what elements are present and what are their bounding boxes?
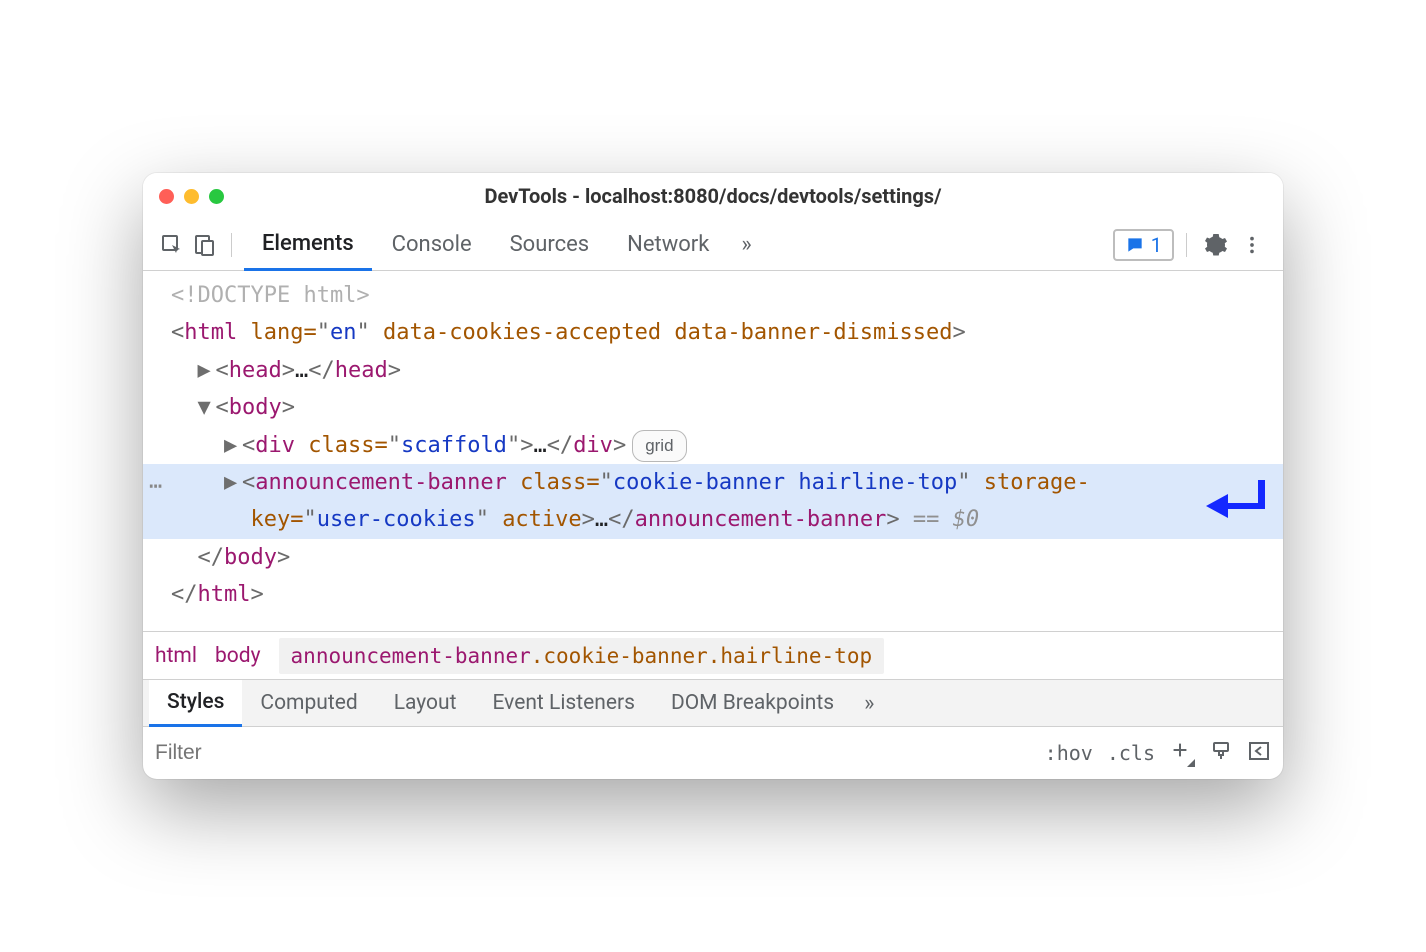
styles-filter-input[interactable]: [155, 741, 1031, 765]
collapse-triangle-icon[interactable]: ▼: [198, 389, 216, 426]
devtools-window: DevTools - localhost:8080/docs/devtools/…: [143, 173, 1283, 779]
expand-triangle-icon[interactable]: ▶: [224, 464, 242, 501]
highlight-arrow-icon: [1203, 477, 1265, 541]
tab-console[interactable]: Console: [374, 219, 490, 271]
computed-toggle-icon[interactable]: [1247, 739, 1271, 767]
breadcrumb-item-body[interactable]: body: [215, 644, 261, 668]
window-controls: [159, 189, 224, 204]
maximize-window-button[interactable]: [209, 189, 224, 204]
styles-filter-bar: :hov .cls: [143, 727, 1283, 779]
window-title: DevTools - localhost:8080/docs/devtools/…: [485, 184, 942, 208]
settings-icon[interactable]: [1199, 228, 1233, 262]
new-style-rule-icon[interactable]: [1169, 739, 1195, 767]
issues-button[interactable]: 1: [1113, 229, 1174, 261]
breadcrumb-item-current[interactable]: announcement-banner.cookie-banner.hairli…: [279, 638, 885, 674]
toolbar-divider: [1186, 233, 1187, 257]
toolbar-divider: [231, 233, 232, 257]
tab-sources[interactable]: Sources: [492, 219, 608, 271]
styles-tabbar: Styles Computed Layout Event Listeners D…: [143, 679, 1283, 727]
hov-toggle[interactable]: :hov: [1045, 741, 1093, 765]
doctype-line[interactable]: <!DOCTYPE html>: [143, 277, 1283, 314]
html-open-line[interactable]: <html lang="en" data-cookies-accepted da…: [143, 314, 1283, 351]
element-actions-icon[interactable]: ⋯: [149, 468, 163, 505]
tab-network[interactable]: Network: [609, 219, 727, 271]
selected-element-row[interactable]: ⋯ ▶<announcement-banner class="cookie-ba…: [143, 464, 1283, 539]
tab-elements[interactable]: Elements: [244, 219, 372, 271]
grid-badge[interactable]: grid: [632, 430, 686, 463]
paintbrush-icon[interactable]: [1209, 739, 1233, 767]
expand-triangle-icon[interactable]: ▶: [198, 352, 216, 389]
breadcrumb-item-html[interactable]: html: [155, 644, 197, 668]
breadcrumb: html body announcement-banner.cookie-ban…: [143, 631, 1283, 679]
subtab-styles[interactable]: Styles: [149, 680, 242, 727]
elements-panel[interactable]: <!DOCTYPE html> <html lang="en" data-coo…: [143, 271, 1283, 631]
more-subtabs-icon[interactable]: »: [852, 691, 886, 716]
issue-count: 1: [1151, 233, 1162, 257]
cls-toggle[interactable]: .cls: [1107, 741, 1155, 765]
more-menu-icon[interactable]: [1235, 228, 1269, 262]
subtab-dom-breakpoints[interactable]: DOM Breakpoints: [653, 680, 852, 727]
close-window-button[interactable]: [159, 189, 174, 204]
body-open-line[interactable]: ▼<body>: [143, 389, 1283, 426]
div-scaffold-line[interactable]: ▶<div class="scaffold">…</div>grid: [143, 427, 1283, 464]
minimize-window-button[interactable]: [184, 189, 199, 204]
subtab-computed[interactable]: Computed: [242, 680, 375, 727]
html-close-line[interactable]: </html>: [143, 576, 1283, 613]
inspect-element-icon[interactable]: [157, 230, 187, 260]
main-toolbar: Elements Console Sources Network » 1: [143, 219, 1283, 271]
body-close-line[interactable]: </body>: [143, 539, 1283, 576]
device-toggle-icon[interactable]: [189, 230, 219, 260]
subtab-layout[interactable]: Layout: [376, 680, 475, 727]
expand-triangle-icon[interactable]: ▶: [224, 427, 242, 464]
subtab-event-listeners[interactable]: Event Listeners: [474, 680, 652, 727]
issue-icon: [1125, 235, 1145, 255]
titlebar: DevTools - localhost:8080/docs/devtools/…: [143, 173, 1283, 219]
more-tabs-icon[interactable]: »: [729, 232, 763, 257]
head-line[interactable]: ▶<head>…</head>: [143, 352, 1283, 389]
